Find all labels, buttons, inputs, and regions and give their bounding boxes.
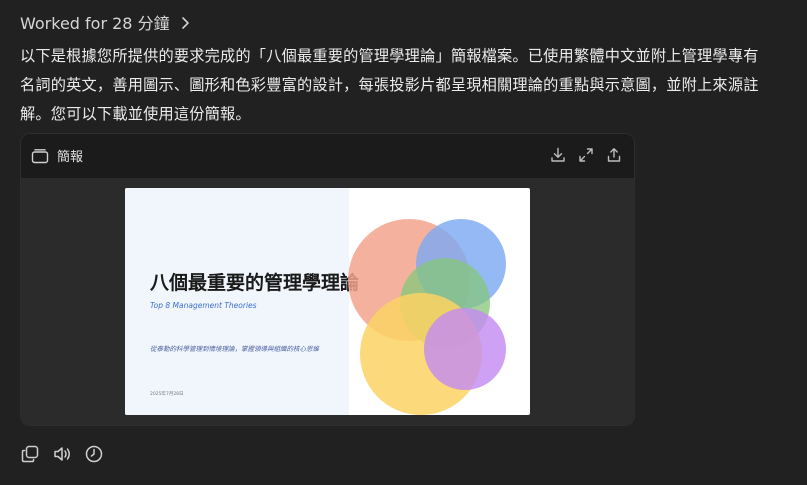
download-icon[interactable] [550,147,566,163]
slide-viewer[interactable]: 八個最重要的管理學理論 Top 8 Management Theories 從泰… [21,178,634,425]
chevron-right-icon [178,15,192,29]
message-line: 解。您可以下載並使用這份簡報。 [20,105,251,123]
history-icon[interactable] [84,444,104,464]
slides-card: 簡報 八個最重要的管理學理論 Top 8 Management Theories… [20,133,635,426]
worked-for-toggle[interactable]: Worked for 28 分鐘 [20,10,192,34]
card-header: 簡報 [21,134,634,178]
copy-icon[interactable] [20,444,40,464]
share-icon[interactable] [606,147,622,163]
expand-icon[interactable] [578,147,594,163]
message-line: 名詞的英文，善用圖示、圖形和色彩豐富的設計，每張投影片都呈現相關理論的重點與示意… [20,76,759,94]
worked-for-label: Worked for 28 分鐘 [20,14,170,33]
slides-icon [31,148,49,164]
speaker-icon[interactable] [52,444,72,464]
card-title: 簡報 [57,150,84,165]
slide-preview[interactable]: 八個最重要的管理學理論 Top 8 Management Theories 從泰… [125,188,530,415]
venn-circles-graphic [348,219,506,415]
circle-purple [424,308,506,390]
assistant-message: 以下是根據您所提供的要求完成的「八個最重要的管理學理論」簡報檔案。已使用繁體中文… [20,42,795,129]
message-line: 以下是根據您所提供的要求完成的「八個最重要的管理學理論」簡報檔案。已使用繁體中文… [20,47,759,65]
message-actions [20,444,104,464]
